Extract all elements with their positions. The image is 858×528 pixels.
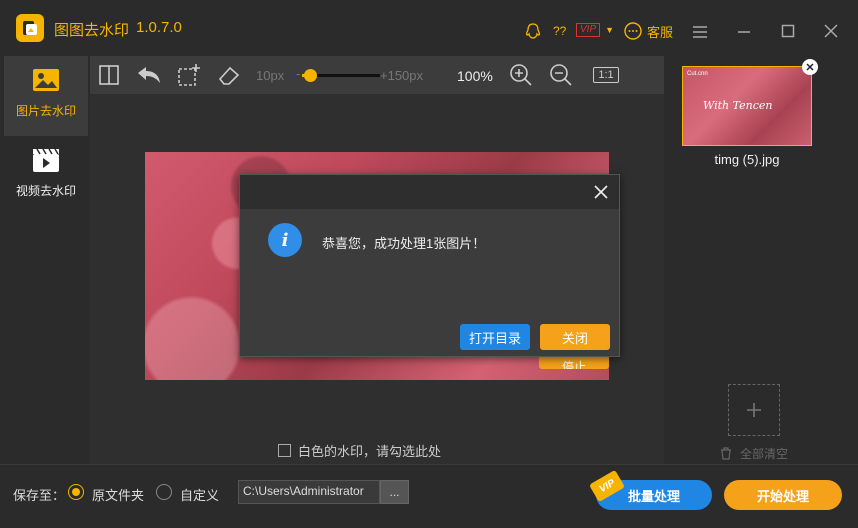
original-folder-radio[interactable] <box>68 484 84 500</box>
actual-size-label: 1:1 <box>593 67 619 83</box>
trash-icon <box>721 447 731 460</box>
zoom-out-icon[interactable] <box>548 62 574 88</box>
select-rectangle-icon[interactable] <box>176 62 202 88</box>
dialog-header <box>240 175 619 209</box>
sidebar-item-image-watermark[interactable]: 图片去水印 <box>4 56 88 136</box>
sidebar-item-video-watermark[interactable]: 视频去水印 <box>4 136 88 216</box>
dialog-close-button[interactable]: 关闭 <box>540 324 610 350</box>
custom-folder-label: 自定义 <box>180 488 220 503</box>
white-watermark-label: 白色的水印，请勾选此处 <box>298 444 442 459</box>
original-folder-label: 原文件夹 <box>92 488 145 503</box>
maximize-icon[interactable] <box>778 21 798 41</box>
app-logo-icon <box>16 14 44 42</box>
app-version: 1.0.7.0 <box>136 19 182 36</box>
brush-size-min: 10px <box>256 68 285 83</box>
menu-icon[interactable] <box>690 22 710 42</box>
slider-handle[interactable] <box>303 69 317 82</box>
thumbnail-watermark-text: With Tencen <box>703 99 773 112</box>
start-process-button[interactable]: 开始处理 <box>724 480 842 510</box>
remove-file-icon[interactable] <box>802 59 818 75</box>
file-name: timg (5).jpg <box>714 152 780 167</box>
image-icon <box>33 69 59 91</box>
minimize-icon[interactable] <box>734 22 754 42</box>
sidebar: 图片去水印 视频去水印 <box>4 56 88 464</box>
clear-all-button[interactable]: 全部清空 <box>720 445 788 462</box>
actual-size-button[interactable]: 1:1 <box>590 62 622 88</box>
save-to-label: 保存至： <box>13 488 66 503</box>
chevron-down-icon: ▼ <box>605 25 615 35</box>
info-icon: i <box>268 223 302 257</box>
zoom-level: 100% <box>457 68 493 84</box>
eraser-icon[interactable] <box>216 62 242 88</box>
dialog-message: 恭喜您，成功处理1张图片！ <box>322 236 486 251</box>
compare-view-icon[interactable] <box>96 62 122 88</box>
open-folder-button[interactable]: 打开目录 <box>460 324 530 350</box>
plus-icon <box>747 403 761 417</box>
custom-folder-radio[interactable] <box>156 484 172 500</box>
customer-service-label: 客服 <box>647 24 674 40</box>
help-link[interactable]: ?? <box>553 24 566 38</box>
vip-badge: VIP <box>576 23 601 37</box>
vip-menu[interactable]: VIP ▼ <box>576 23 614 37</box>
chat-icon <box>624 22 642 40</box>
sidebar-item-label: 视频去水印 <box>15 184 76 198</box>
app-title: 图图去水印 <box>54 22 130 39</box>
batch-process-button[interactable]: VIP 批量处理 <box>589 469 712 510</box>
customer-service-button[interactable]: 客服 <box>623 21 673 41</box>
zoom-in-icon[interactable] <box>508 62 534 88</box>
white-watermark-option[interactable]: 白色的水印，请勾选此处 <box>278 441 441 460</box>
slider-track[interactable] <box>302 69 380 82</box>
brush-size-max: +150px <box>380 68 424 83</box>
clear-all-label: 全部清空 <box>740 447 789 461</box>
browse-button[interactable]: ... <box>380 480 409 504</box>
add-file-button[interactable] <box>728 384 780 436</box>
editor-toolbar: 10px - +150px 100% 1:1 <box>90 56 664 94</box>
video-icon <box>33 148 59 172</box>
file-list-panel: Cut.cnn With Tencen timg (5).jpg 全部清空 <box>666 56 856 464</box>
dialog-close-icon[interactable] <box>591 182 611 202</box>
sidebar-item-label: 图片去水印 <box>15 104 76 118</box>
vip-badge: VIP <box>589 469 625 503</box>
success-dialog: i 恭喜您，成功处理1张图片！ 打开目录 关闭 <box>239 174 620 357</box>
title-bar: 图图去水印 1.0.7.0 ?? VIP ▼ 客服 <box>0 0 858 56</box>
file-thumbnail[interactable]: Cut.cnn With Tencen <box>682 66 812 146</box>
white-watermark-checkbox[interactable] <box>278 444 291 457</box>
output-path-field[interactable]: C:\Users\Administrator <box>238 480 380 504</box>
close-window-icon[interactable] <box>821 21 841 41</box>
output-bar: 保存至： 原文件夹 自定义 C:\Users\Administrator ...… <box>0 464 858 528</box>
undo-icon[interactable] <box>136 62 162 88</box>
qq-icon[interactable] <box>524 22 542 40</box>
